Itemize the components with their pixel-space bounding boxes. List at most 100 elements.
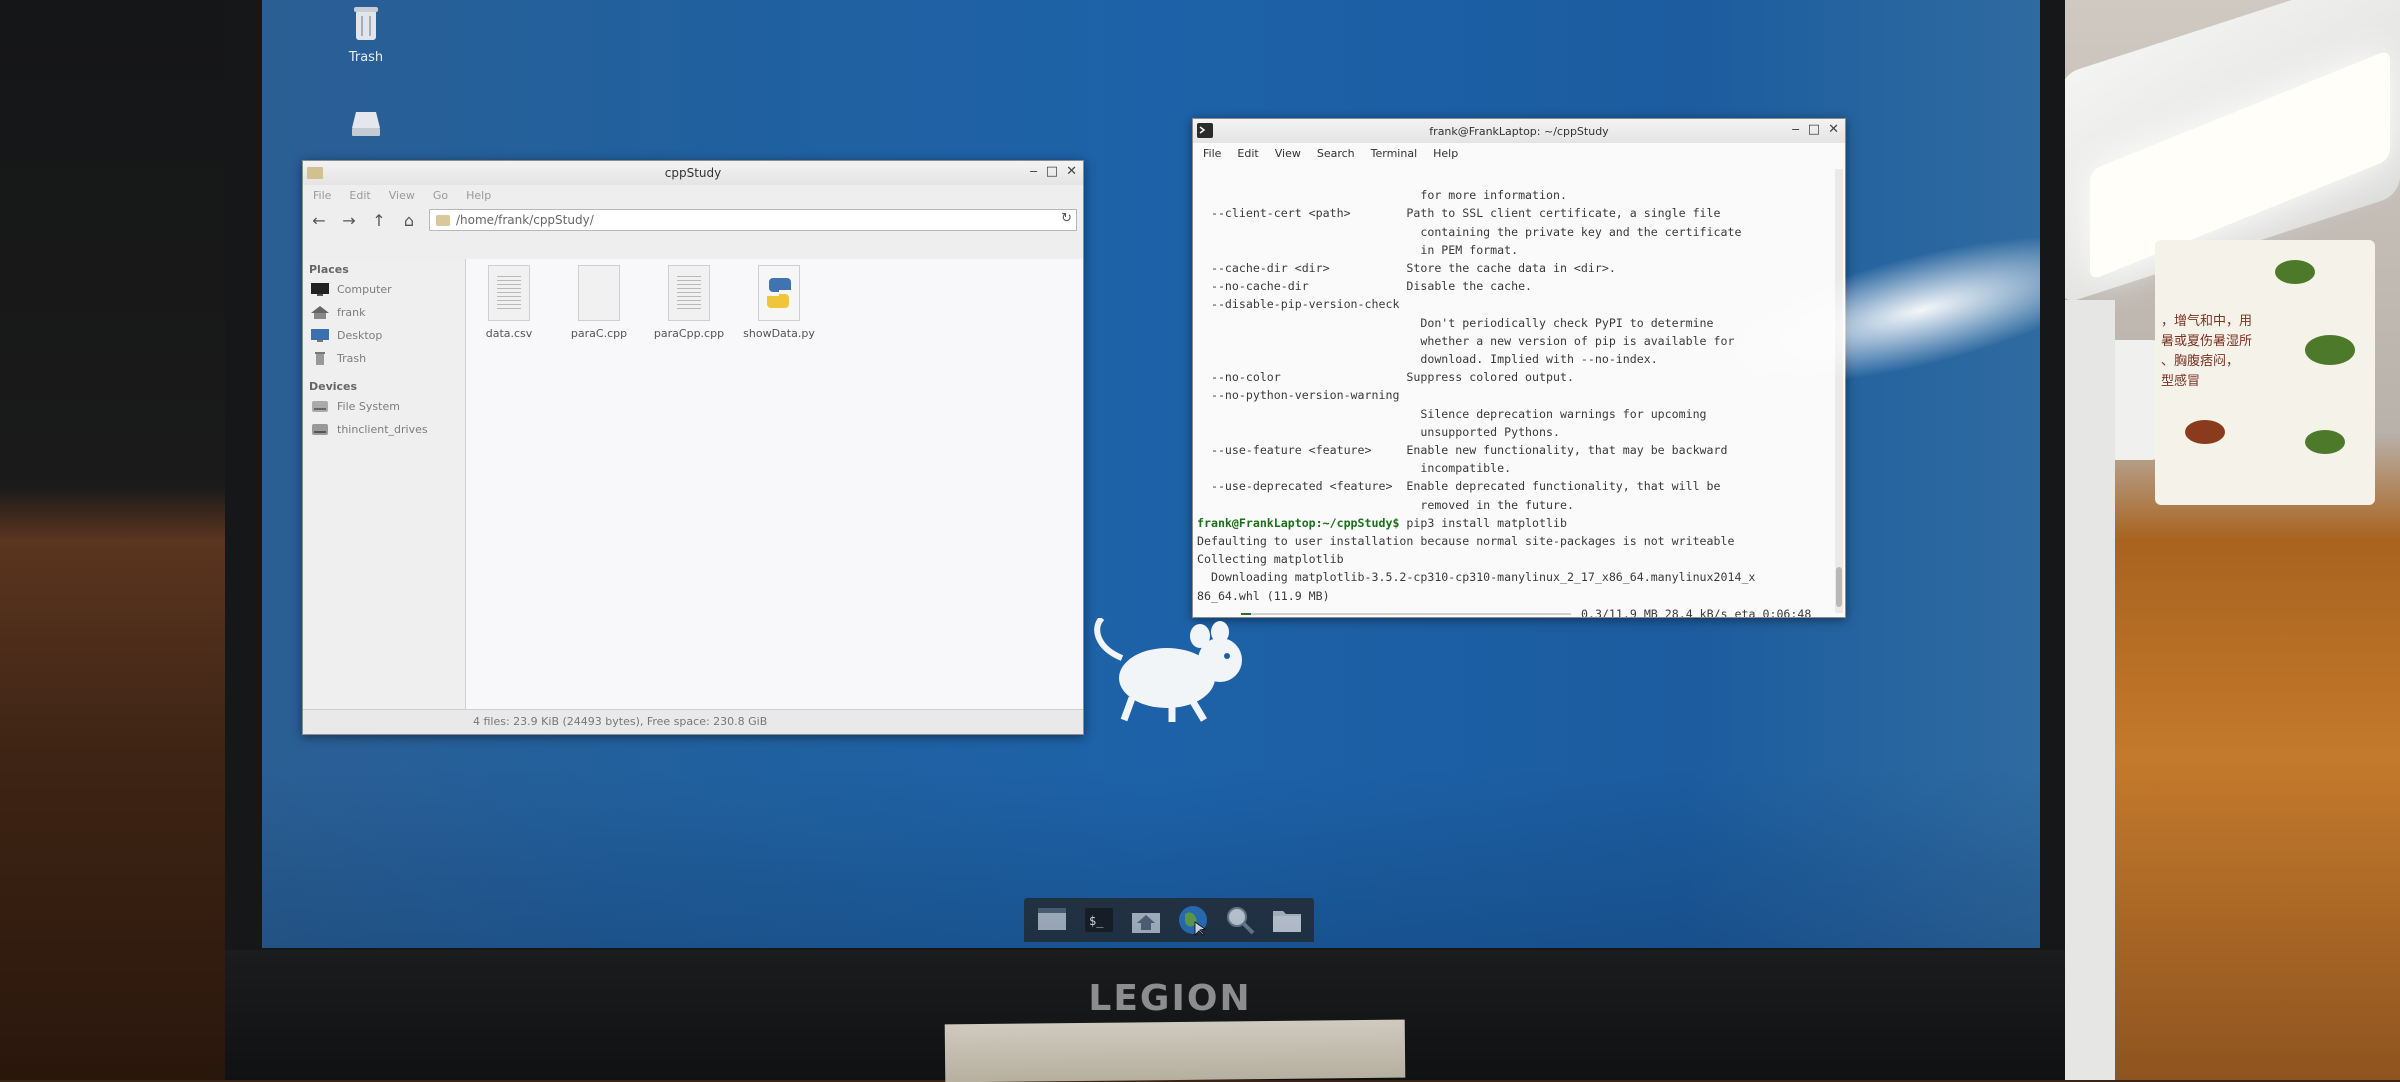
terminal-line: Silence deprecation warnings for upcomin… xyxy=(1197,406,1707,421)
desktop-trash-label: Trash xyxy=(348,50,384,65)
download-progress-line: 0.3/11.9 MB 28.4 kB/s eta 0:06:48 xyxy=(1197,605,1827,617)
menu-edit[interactable]: Edit xyxy=(349,189,370,202)
folder-icon xyxy=(436,214,450,226)
location-bar[interactable]: /home/frank/cppStudy/ ↻ xyxy=(429,209,1077,231)
file-name: data.csv xyxy=(485,327,533,340)
file-manager-menubar: File Edit View Go Help xyxy=(303,185,1083,205)
terminal-line: --no-color Suppress colored output. xyxy=(1197,370,1574,385)
trash-icon xyxy=(315,352,325,365)
menu-file[interactable]: File xyxy=(313,189,331,202)
file-list[interactable]: data.csv paraC.cpp paraCpp.cpp showData.… xyxy=(466,259,1083,710)
download-progress-fill xyxy=(1241,612,1251,615)
terminal-titlebar[interactable]: frank@FrankLaptop: ~/cppStudy ‒ □ ✕ xyxy=(1193,119,1845,143)
location-path: /home/frank/cppStudy/ xyxy=(456,213,594,227)
close-icon[interactable]: ✕ xyxy=(1066,164,1077,179)
terminal-line: --cache-dir <dir> Store the cache data i… xyxy=(1197,261,1616,276)
menu-search[interactable]: Search xyxy=(1317,147,1355,160)
show-desktop-icon xyxy=(1037,908,1066,930)
terminal-line: Downloading matplotlib-3.5.2-cp310-cp310… xyxy=(1197,570,1756,585)
terminal-line: unsupported Pythons. xyxy=(1197,424,1560,439)
folder-app-icon xyxy=(307,167,323,179)
terminal-output[interactable]: for more information. --client-cert <pat… xyxy=(1193,164,1831,617)
up-arrow-icon[interactable]: ↑ xyxy=(369,211,389,230)
web-browser-icon xyxy=(1178,906,1207,936)
file-item-showdata-py[interactable]: showData.py xyxy=(736,265,822,340)
dock-web-browser[interactable] xyxy=(1175,902,1211,938)
file-item-paracpp-cpp[interactable]: paraCpp.cpp xyxy=(646,265,732,340)
close-icon[interactable]: ✕ xyxy=(1828,122,1839,137)
dock-terminal[interactable]: $_ xyxy=(1081,902,1117,938)
sidebar-item-file-system[interactable]: File System xyxy=(303,395,465,418)
desktop-trash[interactable]: Trash xyxy=(336,4,396,65)
home-folder-icon xyxy=(1131,913,1160,933)
sidebar-item-label: Computer xyxy=(337,283,392,296)
desktop-drive[interactable] xyxy=(336,104,396,150)
file-manager-toolbar: ← → ↑ ⌂ /home/frank/cppStudy/ ↻ xyxy=(303,205,1083,235)
minimize-icon[interactable]: ‒ xyxy=(1792,122,1800,137)
terminal-line: for more information. xyxy=(1197,188,1567,203)
menu-view[interactable]: View xyxy=(389,189,415,202)
menu-go[interactable]: Go xyxy=(433,189,448,202)
menu-help[interactable]: Help xyxy=(466,189,491,202)
monitor-brand-logo: LEGION xyxy=(1088,978,1252,1019)
xfce-mouse-logo-icon xyxy=(1094,618,1242,722)
maximize-icon[interactable]: □ xyxy=(1808,122,1820,137)
terminal-command-line: frank@FrankLaptop:~/cppStudy$ pip3 insta… xyxy=(1197,514,1827,532)
dock-show-desktop[interactable] xyxy=(1034,902,1070,938)
text-file-icon xyxy=(668,265,710,321)
svg-text:$_: $_ xyxy=(1089,914,1104,928)
file-item-data-csv[interactable]: data.csv xyxy=(466,265,552,340)
menu-edit[interactable]: Edit xyxy=(1237,147,1258,160)
terminal-line: Defaulting to user installation because … xyxy=(1197,534,1735,549)
menu-file[interactable]: File xyxy=(1203,147,1221,160)
drive-icon xyxy=(312,401,328,412)
download-progress-text: 0.3/11.9 MB 28.4 kB/s eta 0:06:48 xyxy=(1581,606,1812,617)
file-item-parac-cpp[interactable]: paraC.cpp xyxy=(556,265,642,340)
terminal-line: --no-python-version-warning xyxy=(1197,388,1400,403)
terminal-line: download. Implied with --no-index. xyxy=(1197,352,1658,367)
download-progress-bar xyxy=(1241,612,1571,615)
python-file-icon xyxy=(758,265,800,321)
terminal-menubar: File Edit View Search Terminal Help xyxy=(1193,143,1845,163)
menu-view[interactable]: View xyxy=(1275,147,1301,160)
minimize-icon[interactable]: ‒ xyxy=(1030,164,1038,179)
terminal-window[interactable]: frank@FrankLaptop: ~/cppStudy ‒ □ ✕ File… xyxy=(1192,118,1846,618)
menu-help[interactable]: Help xyxy=(1433,147,1458,160)
masking-tape xyxy=(944,1019,1406,1082)
terminal-line: --client-cert <path> Path to SSL client … xyxy=(1197,206,1721,221)
sidebar-item-label: frank xyxy=(337,306,366,319)
terminal-line: whether a new version of pip is availabl… xyxy=(1197,333,1735,348)
sidebar-item-computer[interactable]: Computer xyxy=(303,278,465,301)
sidebar-item-thinclient-drives[interactable]: thinclient_drives xyxy=(303,418,465,441)
sidebar-item-trash[interactable]: Trash xyxy=(303,347,465,370)
computer-icon xyxy=(311,283,329,296)
file-manager-window[interactable]: cppStudy ‒ □ ✕ File Edit View Go Help ← … xyxy=(302,160,1084,735)
terminal-scrollbar[interactable] xyxy=(1835,169,1843,613)
dock-app-finder[interactable] xyxy=(1222,902,1258,938)
terminal-line: Collecting matplotlib xyxy=(1197,552,1344,567)
menu-terminal[interactable]: Terminal xyxy=(1371,147,1418,160)
sidebar-item-desktop[interactable]: Desktop xyxy=(303,324,465,347)
back-arrow-icon[interactable]: ← xyxy=(309,211,329,230)
desktop-icon xyxy=(311,329,329,342)
sidebar-item-label: File System xyxy=(337,400,400,413)
home-icon[interactable]: ⌂ xyxy=(399,211,419,230)
dock-home-folder[interactable] xyxy=(1128,902,1164,938)
scrollbar-thumb[interactable] xyxy=(1836,567,1842,607)
terminal-line: containing the private key and the certi… xyxy=(1197,224,1742,239)
sidebar-item-label: thinclient_drives xyxy=(337,423,428,436)
sidebar-devices-header: Devices xyxy=(309,380,358,393)
file-manager-titlebar[interactable]: cppStudy ‒ □ ✕ xyxy=(303,161,1083,185)
drive-icon xyxy=(352,112,380,136)
trash-icon xyxy=(354,7,378,40)
dock-folder[interactable] xyxy=(1269,902,1305,938)
reload-icon[interactable]: ↻ xyxy=(1061,211,1072,226)
forward-arrow-icon[interactable]: → xyxy=(339,211,359,230)
maximize-icon[interactable]: □ xyxy=(1046,164,1058,179)
terminal-line: 86_64.whl (11.9 MB) xyxy=(1197,588,1330,603)
drive-icon xyxy=(312,424,328,435)
sidebar-item-frank[interactable]: frank xyxy=(303,301,465,324)
shell-command: pip3 install matplotlib xyxy=(1399,515,1567,530)
text-file-icon xyxy=(488,265,530,321)
terminal-line: --use-feature <feature> Enable new funct… xyxy=(1197,443,1728,458)
